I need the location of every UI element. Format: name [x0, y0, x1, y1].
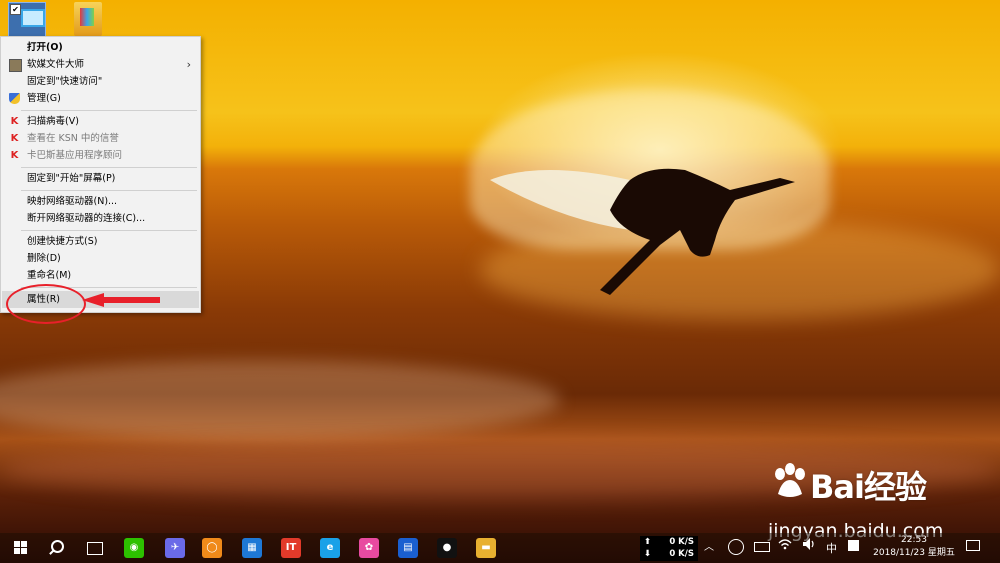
download-arrow-icon: ⬇: [644, 549, 652, 559]
menu-item-label: 卡巴斯基应用程序顾问: [27, 150, 123, 161]
download-speed: ⬇ 0 K/S: [644, 549, 698, 560]
kaspersky-icon: K: [10, 150, 19, 161]
selection-checkbox[interactable]: ✔: [10, 4, 21, 15]
file-explorer-icon[interactable]: ▬: [476, 538, 496, 558]
menu-item-label: 查看在 KSN 中的信誉: [27, 133, 119, 144]
watermark-brand-text: Bai: [810, 468, 865, 506]
menu-item-delete[interactable]: 删除(D): [2, 250, 199, 267]
upload-value: 0 K/S: [669, 537, 694, 547]
watermark-brand: Bai经验: [810, 462, 927, 508]
feishu-icon[interactable]: ✈: [165, 538, 185, 558]
net-speed-widget[interactable]: ⬆ 0 K/S ⬇ 0 K/S: [640, 536, 698, 561]
menu-item-label: 映射网络驱动器(N)...: [27, 196, 118, 207]
wps-icon[interactable]: IT: [281, 538, 301, 558]
color-wheel-icon[interactable]: ✿: [359, 538, 379, 558]
notification-center-icon[interactable]: [966, 540, 980, 551]
menu-item-label: 固定到"开始"屏幕(P): [27, 173, 116, 184]
menu-item-pin-start[interactable]: 固定到"开始"屏幕(P): [2, 170, 199, 187]
calendar-app-icon[interactable]: ▤: [398, 538, 418, 558]
wallpaper-wave: [0, 360, 560, 440]
annotation-circle: [6, 284, 86, 324]
search-icon[interactable]: [48, 538, 68, 558]
ime-indicator[interactable]: 中: [826, 540, 837, 556]
ie-icon[interactable]: e: [320, 538, 340, 558]
menu-item-open[interactable]: 打开(O): [2, 39, 199, 56]
menu-item-label: 固定到"快速访问": [27, 76, 103, 87]
menu-item-disconnect-drive[interactable]: 断开网络驱动器的连接(C)...: [2, 210, 199, 227]
input-user-icon[interactable]: [848, 540, 859, 551]
menu-item-create-shortcut[interactable]: 创建快捷方式(S): [2, 233, 199, 250]
menu-item-label: 打开(O): [27, 42, 63, 53]
kaspersky-icon: K: [10, 133, 19, 144]
context-menu: 打开(O) 软媒文件大师 › 固定到"快速访问" 管理(G) K 扫描病毒(V)…: [0, 36, 201, 313]
upload-arrow-icon: ⬆: [644, 537, 652, 547]
clock-time: 22:53: [901, 535, 927, 545]
menu-item-pin-quick-access[interactable]: 固定到"快速访问": [2, 73, 199, 90]
wifi-icon[interactable]: [778, 537, 792, 554]
menu-separator: [21, 110, 197, 111]
menu-item-label: 重命名(M): [27, 270, 72, 281]
wechat-icon[interactable]: ◉: [124, 538, 144, 558]
surfer-silhouette: [490, 168, 795, 295]
qq-icon[interactable]: ●: [437, 538, 457, 558]
clock-date: 2018/11/23 星期五: [873, 548, 955, 558]
menu-item-ksn-reputation[interactable]: K 查看在 KSN 中的信誉: [2, 130, 199, 147]
monitor-icon: [21, 9, 45, 27]
taskbar-clock[interactable]: 22:53 2018/11/23 星期五: [868, 534, 960, 560]
360-icon[interactable]: [728, 539, 744, 555]
tray-chevron-icon[interactable]: ︿: [704, 538, 714, 553]
chevron-right-icon: ›: [186, 58, 191, 71]
image-file-icon[interactable]: [74, 2, 102, 36]
kaspersky-icon: K: [10, 116, 19, 127]
menu-item-softmedia[interactable]: 软媒文件大师 ›: [2, 56, 199, 73]
menu-item-label: 管理(G): [27, 93, 61, 104]
annotation-arrow: [82, 293, 160, 307]
menu-item-label: 软媒文件大师: [27, 59, 85, 70]
menu-item-label: 断开网络驱动器的连接(C)...: [27, 213, 146, 224]
menu-item-scan-virus[interactable]: K 扫描病毒(V): [2, 113, 199, 130]
menu-separator: [21, 167, 197, 168]
this-pc-icon[interactable]: ✔: [8, 2, 46, 38]
watermark-brand-suffix: 经验: [863, 468, 927, 506]
box-app-icon[interactable]: ▦: [242, 538, 262, 558]
browser-ring-icon[interactable]: ◯: [202, 538, 222, 558]
softmedia-icon: [9, 59, 22, 72]
battery-icon[interactable]: [754, 542, 770, 552]
speaker-icon[interactable]: [802, 537, 816, 554]
menu-item-label: 删除(D): [27, 253, 61, 264]
uac-shield-icon: [9, 93, 20, 104]
task-view-icon[interactable]: [84, 538, 104, 558]
menu-separator: [21, 230, 197, 231]
download-value: 0 K/S: [669, 549, 694, 559]
baidu-paw-icon: [775, 463, 805, 497]
menu-item-map-drive[interactable]: 映射网络驱动器(N)...: [2, 193, 199, 210]
menu-item-label: 扫描病毒(V): [27, 116, 79, 127]
picture-icon: [80, 8, 94, 26]
menu-item-label: 创建快捷方式(S): [27, 236, 98, 247]
menu-item-rename[interactable]: 重命名(M): [2, 267, 199, 284]
upload-speed: ⬆ 0 K/S: [644, 537, 698, 548]
menu-item-kaspersky-advisor[interactable]: K 卡巴斯基应用程序顾问: [2, 147, 199, 164]
menu-separator: [21, 190, 197, 191]
menu-item-manage[interactable]: 管理(G): [2, 90, 199, 107]
windows-start-icon[interactable]: [11, 538, 31, 558]
